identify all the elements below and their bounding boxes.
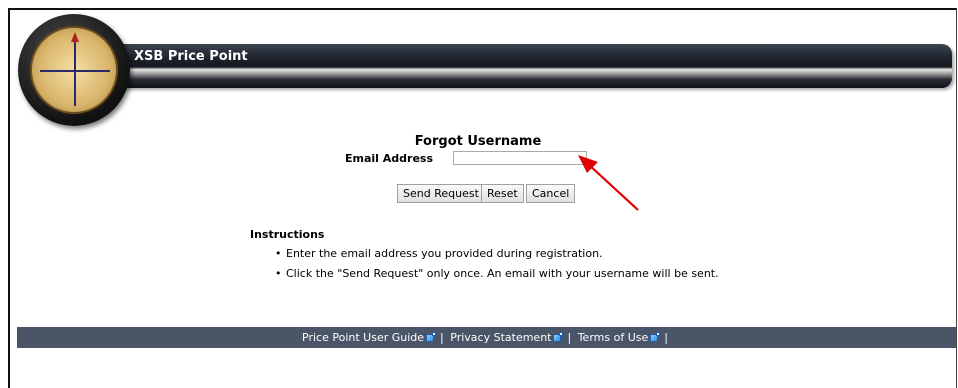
footer-link-privacy[interactable]: Privacy Statement <box>450 331 564 344</box>
compass-icon <box>18 14 130 126</box>
cancel-button[interactable]: Cancel <box>526 184 576 203</box>
compass-needle <box>74 36 76 106</box>
footer-link-terms[interactable]: Terms of Use <box>578 331 662 344</box>
footer-separator: | <box>440 331 444 344</box>
send-request-button[interactable]: Send Request <box>397 184 485 203</box>
footer-bar: Price Point User Guide | Privacy Statemen… <box>17 327 956 348</box>
list-item: Enter the email address you provided dur… <box>272 244 719 264</box>
footer-separator: | <box>567 331 572 344</box>
email-label: Email Address <box>345 152 434 165</box>
compass-needle-tip <box>71 32 79 42</box>
footer-link-user-guide[interactable]: Price Point User Guide <box>302 331 437 344</box>
reset-button[interactable]: Reset <box>481 184 524 203</box>
annotation-arrow-icon <box>578 155 639 211</box>
arrow-shaft <box>587 163 639 211</box>
instructions-list: Enter the email address you provided dur… <box>272 244 719 284</box>
page-title: Forgot Username <box>414 134 542 149</box>
external-link-icon <box>553 332 564 342</box>
instructions-heading: Instructions <box>250 228 325 241</box>
compass-face <box>30 26 118 114</box>
email-field[interactable] <box>453 151 587 165</box>
external-link-icon <box>426 332 437 342</box>
external-link-icon <box>650 332 661 342</box>
app-title: XSB Price Point <box>134 49 248 64</box>
list-item: Click the "Send Request" only once. An e… <box>272 264 719 284</box>
footer-separator: | <box>664 331 668 344</box>
